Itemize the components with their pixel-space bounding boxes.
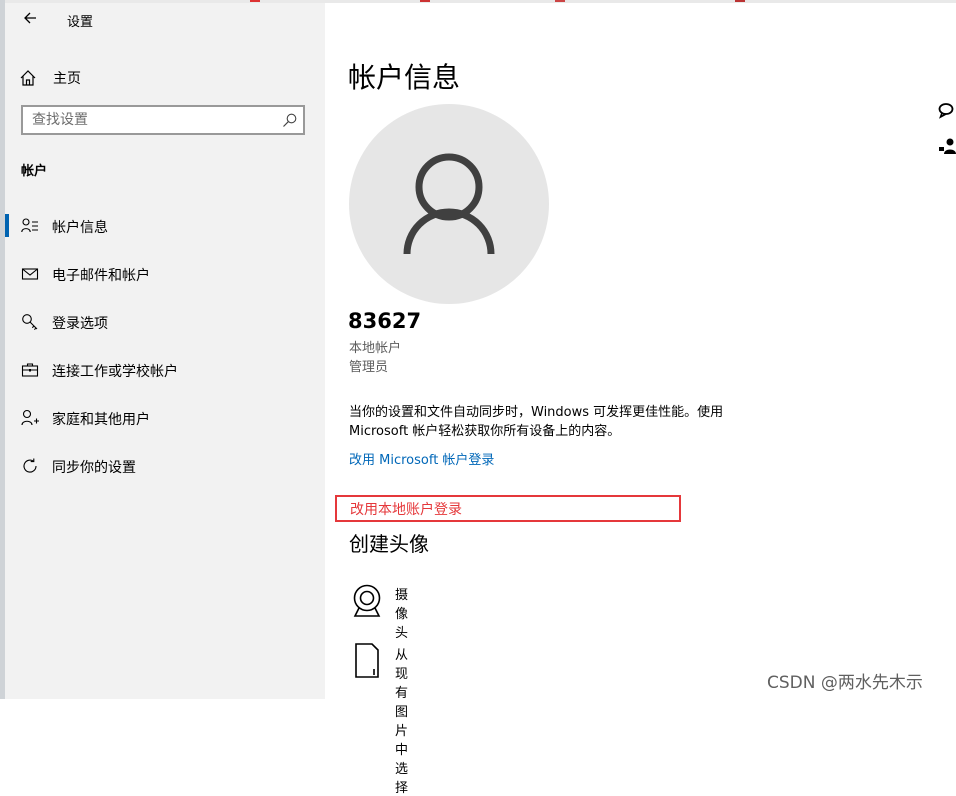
main-content: 帐户信息 83627 本地帐户 管理员 当你的设置和文件自动同步时，Window…: [325, 3, 956, 796]
sidebar-item-sync-settings[interactable]: 同步你的设置: [5, 448, 325, 484]
sidebar-item-account-info[interactable]: 帐户信息: [5, 208, 325, 244]
sidebar-item-sign-in-options[interactable]: 登录选项: [5, 304, 325, 340]
mail-icon: [21, 265, 39, 283]
sidebar-item-label: 家庭和其他用户: [52, 412, 150, 428]
sidebar-item-home[interactable]: 主页: [19, 66, 81, 90]
search-box: [21, 105, 305, 135]
home-icon: [20, 70, 36, 86]
sidebar-item-label: 登录选项: [52, 316, 108, 332]
avatar: [349, 104, 549, 304]
sidebar-item-email-accounts[interactable]: 电子邮件和帐户: [5, 256, 325, 292]
page-title: 帐户信息: [348, 61, 461, 94]
account-role: 管理员: [349, 360, 389, 375]
picture-file-icon: [355, 643, 379, 678]
top-strip-mark: [250, 0, 260, 2]
search-input[interactable]: [23, 107, 282, 133]
briefcase-icon: [21, 361, 39, 379]
selection-indicator: [5, 214, 9, 237]
sidebar-item-work-school[interactable]: 连接工作或学校帐户: [5, 352, 325, 388]
section-heading: 帐户: [21, 164, 48, 179]
user-icon: [403, 153, 495, 255]
browse-picture-option-label: 从现有图片中选择: [395, 648, 409, 796]
account-info-icon: [21, 217, 39, 235]
key-icon: [21, 313, 39, 331]
sidebar-item-label: 同步你的设置: [52, 460, 136, 476]
microsoft-account-link[interactable]: 改用 Microsoft 帐户登录: [349, 449, 494, 468]
microsoft-account-description: 当你的设置和文件自动同步时，Windows 可发挥更佳性能。使用 Microso…: [349, 405, 724, 439]
sidebar-item-label: 主页: [53, 71, 81, 87]
app-title: 设置: [67, 15, 94, 30]
feedback-icon[interactable]: [938, 137, 956, 155]
back-button[interactable]: [19, 7, 41, 29]
top-strip-mark: [555, 0, 565, 2]
camera-option-label: 摄像头: [395, 588, 409, 641]
sidebar-item-label: 帐户信息: [52, 220, 108, 236]
search-icon[interactable]: [282, 112, 298, 128]
sidebar-item-label: 电子邮件和帐户: [52, 268, 150, 284]
get-help-icon[interactable]: [938, 102, 956, 120]
webcam-icon: [353, 584, 381, 617]
sidebar-item-label: 连接工作或学校帐户: [52, 364, 178, 380]
watermark: CSDN @两水先木示: [767, 673, 923, 693]
top-strip-mark: [420, 0, 430, 2]
sidebar-item-family-users[interactable]: 家庭和其他用户: [5, 400, 325, 436]
sidebar: 设置 主页 帐户 帐户信息 电子: [5, 3, 325, 699]
back-arrow-icon: [24, 12, 36, 24]
create-avatar-heading: 创建头像: [349, 532, 429, 556]
account-type: 本地帐户: [349, 341, 402, 356]
top-strip-mark: [735, 0, 745, 2]
user-name: 83627: [348, 309, 422, 333]
add-person-icon: [21, 409, 39, 427]
sync-icon: [21, 457, 39, 475]
local-account-link[interactable]: 改用本地账户登录: [350, 499, 462, 519]
right-help-icons: [938, 102, 956, 172]
